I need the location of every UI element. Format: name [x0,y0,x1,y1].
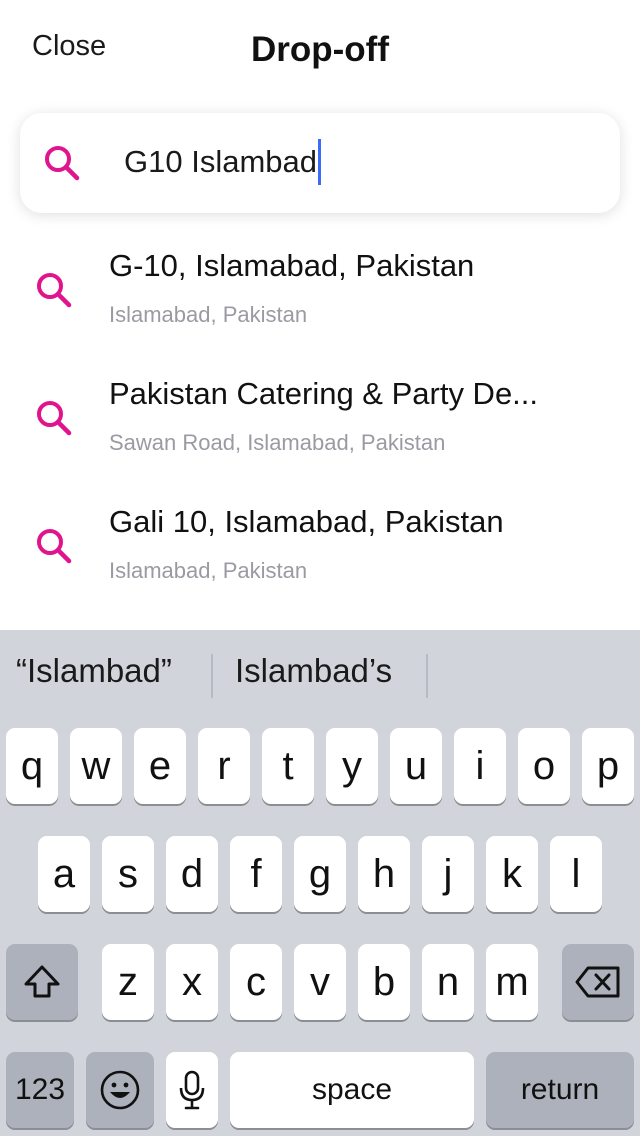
key-l[interactable]: l [550,836,602,912]
suggestion-item[interactable]: Islambad’s [235,652,392,690]
key-t[interactable]: t [262,728,314,804]
shift-icon [24,965,60,998]
predictive-bar: “Islambad” Islambad’s [0,630,640,718]
result-subtitle: Islamabad, Pakistan [109,558,308,583]
key-c[interactable]: c [230,944,282,1020]
search-box[interactable]: G10 Islambad [20,113,620,213]
result-subtitle: Sawan Road, Islamabad, Pakistan [109,430,446,455]
key-w[interactable]: w [70,728,122,804]
key-s[interactable]: s [102,836,154,912]
search-icon [37,529,72,564]
return-key[interactable]: return [486,1052,634,1128]
key-i[interactable]: i [454,728,506,804]
search-input-value: G10 Islambad [124,144,317,179]
result-title: Pakistan Catering & Party De... [109,376,539,411]
key-h[interactable]: h [358,836,410,912]
emoji-key[interactable] [86,1052,154,1128]
emoji-icon [100,1070,140,1110]
result-item[interactable]: G-10, Islamabad, Pakistan Islamabad, Pak… [0,230,640,358]
key-a[interactable]: a [38,836,90,912]
result-item[interactable]: Gali 10, Islamabad, Pakistan Islamabad, … [0,486,640,614]
key-f[interactable]: f [230,836,282,912]
key-r[interactable]: r [198,728,250,804]
microphone-icon [179,1070,205,1110]
backspace-icon [575,966,620,998]
key-m[interactable]: m [486,944,538,1020]
key-n[interactable]: n [422,944,474,1020]
result-item[interactable]: Pakistan Catering & Party De... Sawan Ro… [0,358,640,486]
search-icon [45,146,80,181]
key-v[interactable]: v [294,944,346,1020]
numbers-key[interactable]: 123 [6,1052,74,1128]
key-x[interactable]: x [166,944,218,1020]
result-title: G-10, Islamabad, Pakistan [109,248,475,283]
text-caret [318,139,321,185]
nav-header: Close Drop-off [0,0,640,104]
space-key[interactable]: space [230,1052,474,1128]
search-input[interactable]: G10 Islambad [124,139,604,185]
key-g[interactable]: g [294,836,346,912]
key-q[interactable]: q [6,728,58,804]
key-u[interactable]: u [390,728,442,804]
backspace-key[interactable] [562,944,634,1020]
key-k[interactable]: k [486,836,538,912]
suggestion-divider [211,654,213,698]
page-title: Drop-off [250,30,389,69]
result-subtitle: Islamabad, Pakistan [109,302,308,327]
shift-key[interactable] [6,944,78,1020]
key-z[interactable]: z [102,944,154,1020]
key-j[interactable]: j [422,836,474,912]
key-d[interactable]: d [166,836,218,912]
key-p[interactable]: p [582,728,634,804]
suggestion-item[interactable]: “Islambad” [16,652,172,690]
key-e[interactable]: e [134,728,186,804]
result-title: Gali 10, Islamabad, Pakistan [109,504,504,539]
key-o[interactable]: o [518,728,570,804]
dictation-key[interactable] [166,1052,218,1128]
keyboard: “Islambad” Islambad’s q w e r t y u i o … [0,630,640,1136]
key-y[interactable]: y [326,728,378,804]
suggestion-divider [426,654,428,698]
search-icon [37,401,72,436]
key-b[interactable]: b [358,944,410,1020]
search-icon [37,273,72,308]
